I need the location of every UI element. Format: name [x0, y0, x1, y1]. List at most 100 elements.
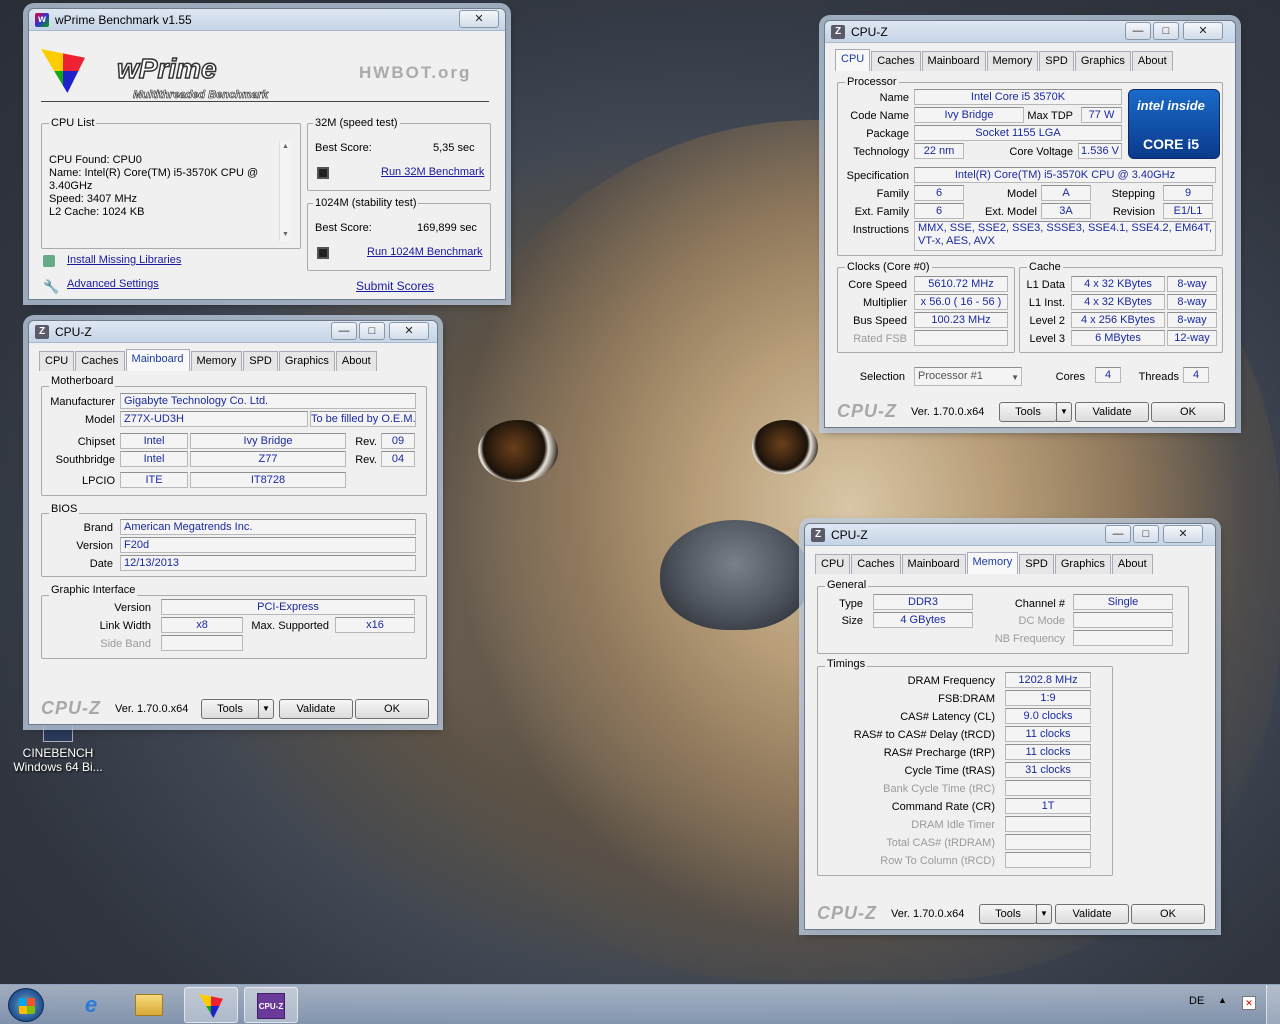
- ok-button[interactable]: OK: [1131, 904, 1205, 924]
- save-icon[interactable]: [317, 247, 329, 259]
- stability-test-label: 1024M (stability test): [313, 197, 419, 209]
- southbridge-rev-value: 04: [381, 451, 415, 467]
- extfamily-value: 6: [914, 203, 964, 219]
- tab-caches[interactable]: Caches: [871, 51, 921, 71]
- show-desktop-button[interactable]: [1266, 985, 1280, 1024]
- ok-button[interactable]: OK: [355, 699, 429, 719]
- side-band-label: Side Band: [100, 638, 151, 650]
- tab-spd[interactable]: SPD: [1019, 554, 1054, 574]
- row-to-column-value: [1005, 852, 1091, 868]
- l1d-way: 8-way: [1167, 276, 1217, 292]
- action-center-icon[interactable]: ✕: [1242, 996, 1256, 1010]
- bios-label: BIOS: [49, 503, 80, 515]
- advanced-settings-link[interactable]: Advanced Settings: [67, 278, 159, 290]
- tab-mainboard[interactable]: Mainboard: [125, 349, 190, 371]
- tab-about[interactable]: About: [335, 351, 377, 371]
- tools-dropdown-arrow[interactable]: ▼: [1056, 402, 1072, 422]
- cpuz-app-icon: Z: [811, 528, 825, 542]
- validate-button[interactable]: Validate: [1075, 402, 1149, 422]
- trc-label: Bank Cycle Time (tRC): [883, 783, 995, 795]
- version-text: Ver. 1.70.0.x64: [891, 908, 965, 920]
- run-32m-link[interactable]: Run 32M Benchmark: [381, 166, 484, 178]
- tools-button[interactable]: Tools: [979, 904, 1037, 924]
- timings-label: Timings: [825, 658, 868, 670]
- minimize-button[interactable]: —: [1105, 525, 1131, 543]
- tab-memory[interactable]: Memory: [966, 552, 1019, 574]
- tab-mainboard[interactable]: Mainboard: [921, 51, 986, 71]
- extmodel-label: Ext. Model: [985, 206, 1037, 218]
- language-indicator[interactable]: DE: [1189, 995, 1204, 1007]
- l1d-label: L1 Data: [1026, 279, 1065, 291]
- maximize-button[interactable]: □: [1153, 22, 1179, 40]
- tab-graphics[interactable]: Graphics: [1074, 51, 1131, 71]
- minimize-button[interactable]: —: [1125, 22, 1151, 40]
- taskbar-wprime[interactable]: [184, 987, 238, 1023]
- validate-button[interactable]: Validate: [279, 699, 353, 719]
- processor-select[interactable]: Processor #1 ▼: [914, 367, 1022, 386]
- install-libraries-link[interactable]: Install Missing Libraries: [67, 254, 181, 266]
- minimize-button[interactable]: —: [331, 322, 357, 340]
- tab-memory[interactable]: Memory: [986, 51, 1039, 71]
- cpu-list-textarea[interactable]: CPU Found: CPU0 Name: Intel(R) Core(TM) …: [45, 139, 293, 243]
- ok-button[interactable]: OK: [1151, 402, 1225, 422]
- run-1024m-link[interactable]: Run 1024M Benchmark: [367, 246, 483, 258]
- bios-date-label: Date: [89, 558, 113, 570]
- family-label: Family: [876, 188, 909, 200]
- tab-graphics[interactable]: Graphics: [1054, 554, 1111, 574]
- revision-label: Revision: [1112, 206, 1155, 218]
- selection-label: Selection: [859, 371, 905, 383]
- tab-about[interactable]: About: [1111, 554, 1153, 574]
- cr-value: 1T: [1005, 798, 1091, 814]
- extmodel-value: 3A: [1041, 203, 1091, 219]
- scrollbar[interactable]: ▲ ▼: [279, 141, 291, 241]
- trp-value: 11 clocks: [1005, 744, 1091, 760]
- tab-spd[interactable]: SPD: [243, 351, 278, 371]
- cores-value: 4: [1095, 367, 1121, 383]
- save-icon[interactable]: [317, 167, 329, 179]
- extfamily-label: Ext. Family: [854, 206, 909, 218]
- validate-button[interactable]: Validate: [1055, 904, 1129, 924]
- tab-caches[interactable]: Caches: [75, 351, 125, 371]
- submit-scores-link[interactable]: Submit Scores: [356, 279, 434, 293]
- close-button[interactable]: ✕: [389, 322, 429, 340]
- window-title: CPU-Z: [851, 25, 888, 39]
- tab-memory[interactable]: Memory: [190, 351, 243, 371]
- l1i-way: 8-way: [1167, 294, 1217, 310]
- close-button[interactable]: ✕: [459, 10, 499, 28]
- maximize-button[interactable]: □: [1133, 525, 1159, 543]
- tab-caches[interactable]: Caches: [851, 554, 901, 574]
- maximize-button[interactable]: □: [359, 322, 385, 340]
- tab-cpu[interactable]: CPU: [835, 49, 871, 71]
- file-explorer-icon[interactable]: [122, 987, 176, 1023]
- tools-button[interactable]: Tools: [999, 402, 1057, 422]
- tab-cpu[interactable]: CPU: [39, 351, 75, 371]
- tab-graphics[interactable]: Graphics: [278, 351, 335, 371]
- close-button[interactable]: ✕: [1163, 525, 1203, 543]
- trc-value: [1005, 780, 1091, 796]
- tools-dropdown-arrow[interactable]: ▼: [1036, 904, 1052, 924]
- tab-mainboard[interactable]: Mainboard: [901, 554, 966, 574]
- wprime-logo-subtitle: Multithreaded Benchmark: [133, 89, 269, 102]
- tab-cpu[interactable]: CPU: [815, 554, 851, 574]
- speed-best-value: 5,35 sec: [433, 142, 475, 154]
- tools-button[interactable]: Tools: [201, 699, 259, 719]
- corevoltage-value: 1.536 V: [1078, 143, 1122, 159]
- show-hidden-icons[interactable]: ▲: [1218, 995, 1227, 1005]
- close-button[interactable]: ✕: [1183, 22, 1223, 40]
- cpuz-brand: CPU-Z: [837, 401, 897, 421]
- internet-explorer-icon[interactable]: e: [64, 987, 118, 1023]
- size-value: 4 GBytes: [873, 612, 973, 628]
- processor-select-value: Processor #1: [918, 370, 983, 382]
- nbfreq-value: [1073, 630, 1173, 646]
- codename-value: Ivy Bridge: [914, 107, 1024, 123]
- tools-dropdown-arrow[interactable]: ▼: [258, 699, 274, 719]
- tab-bar: CPU Caches Mainboard Memory SPD Graphics…: [39, 349, 378, 371]
- revision-value: E1/L1: [1163, 203, 1213, 219]
- chipset-vendor-value: Intel: [120, 433, 188, 449]
- taskbar-cpuz[interactable]: CPU-Z: [244, 987, 298, 1023]
- tab-about[interactable]: About: [1131, 51, 1173, 71]
- speed-test-label: 32M (speed test): [313, 117, 400, 129]
- l3-label: Level 3: [1029, 333, 1065, 345]
- start-button[interactable]: [8, 988, 44, 1022]
- tab-spd[interactable]: SPD: [1039, 51, 1074, 71]
